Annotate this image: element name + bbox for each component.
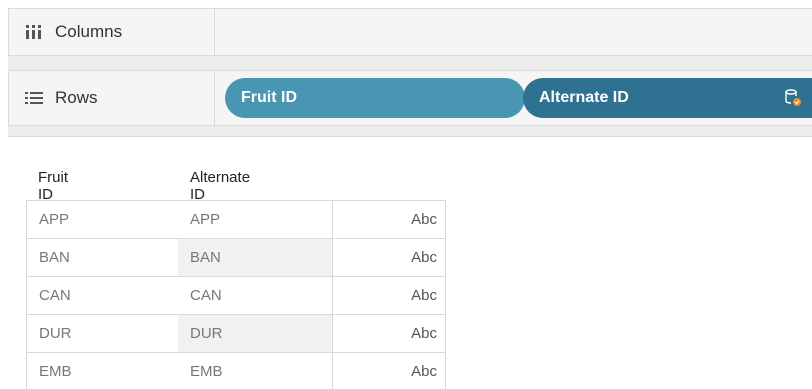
rows-drop-area[interactable]: Fruit ID Alternate ID xyxy=(215,71,812,125)
fruit-id-pill[interactable]: Fruit ID xyxy=(225,78,525,118)
cell-alternate-id[interactable]: CAN xyxy=(178,277,332,314)
rows-shelf: Rows Fruit ID Alternate ID xyxy=(8,70,812,126)
columns-label: Columns xyxy=(55,22,123,41)
cell-mark[interactable]: Abc xyxy=(332,239,446,276)
cell-fruit-id[interactable]: CAN xyxy=(26,277,178,314)
shelf-separator xyxy=(8,56,812,70)
columns-icon xyxy=(23,24,45,40)
rows-icon xyxy=(23,90,45,106)
tableau-worksheet: Columns Rows Fruit ID Alternate ID Fruit… xyxy=(0,0,812,389)
table-row: BAN BAN Abc xyxy=(26,238,446,276)
cell-alternate-id[interactable]: APP xyxy=(178,201,332,238)
cell-alternate-id[interactable]: DUR xyxy=(178,315,332,352)
alternate-id-pill[interactable]: Alternate ID xyxy=(523,78,812,118)
header-fruit-id[interactable]: Fruit ID xyxy=(38,169,68,203)
database-linked-icon xyxy=(783,88,803,113)
cell-mark[interactable]: Abc xyxy=(332,315,446,352)
table-row: CAN CAN Abc xyxy=(26,276,446,314)
table-row: EMB EMB Abc xyxy=(26,352,446,389)
rows-shelf-label: Rows xyxy=(9,71,215,125)
alternate-id-pill-label: Alternate ID xyxy=(539,89,629,106)
cell-mark[interactable]: Abc xyxy=(332,353,446,389)
cell-fruit-id[interactable]: BAN xyxy=(26,239,178,276)
cell-alternate-id[interactable]: BAN xyxy=(178,239,332,276)
cell-mark[interactable]: Abc xyxy=(332,277,446,314)
columns-drop-area[interactable] xyxy=(215,9,812,55)
cell-alternate-id[interactable]: EMB xyxy=(178,353,332,389)
columns-shelf-label: Columns xyxy=(9,9,215,55)
cell-mark[interactable]: Abc xyxy=(332,201,446,238)
table-row: APP APP Abc xyxy=(26,200,446,238)
table-row: DUR DUR Abc xyxy=(26,314,446,352)
columns-shelf: Columns xyxy=(8,8,812,56)
table-body: APP APP Abc BAN BAN Abc CAN CAN Abc DUR … xyxy=(26,200,446,389)
rows-label: Rows xyxy=(55,88,98,107)
header-alternate-id[interactable]: Alternate ID xyxy=(190,169,250,203)
cell-fruit-id[interactable]: EMB xyxy=(26,353,178,389)
fruit-id-pill-label: Fruit ID xyxy=(241,89,297,106)
cell-fruit-id[interactable]: DUR xyxy=(26,315,178,352)
cell-fruit-id[interactable]: APP xyxy=(26,201,178,238)
shelf-bottom-separator xyxy=(8,126,812,137)
